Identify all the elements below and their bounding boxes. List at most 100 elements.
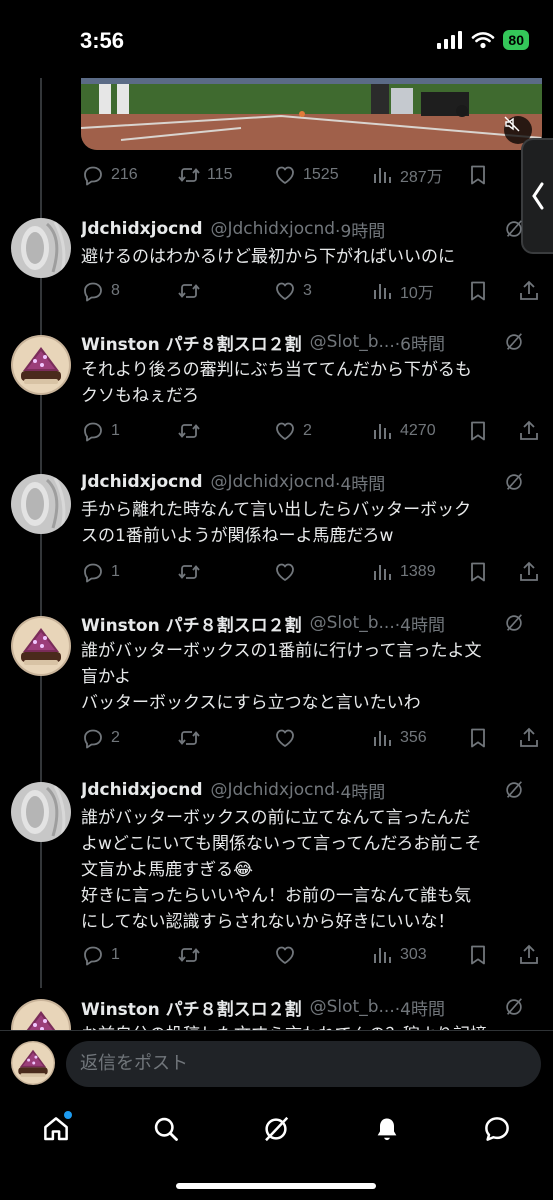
bookmark-button[interactable]: [466, 416, 490, 446]
avatar[interactable]: [11, 616, 71, 676]
like-button[interactable]: 1525: [273, 160, 339, 190]
handle[interactable]: @Slot_b...: [310, 332, 395, 352]
view-count: 303: [400, 946, 427, 963]
main-post-actions: 216 115 1525 287万: [81, 160, 543, 190]
repost-icon: [177, 419, 201, 443]
like-button[interactable]: [273, 940, 297, 970]
like-button[interactable]: 3: [273, 276, 312, 306]
share-button[interactable]: [517, 940, 541, 970]
post-actions: 8 3 10万: [81, 276, 543, 306]
bookmark-button[interactable]: [466, 160, 490, 190]
status-bar: 3:56 80: [0, 0, 553, 78]
share-button[interactable]: [517, 723, 541, 753]
grok-icon[interactable]: [503, 331, 525, 353]
display-name[interactable]: Jdchidxjocnd: [81, 780, 203, 800]
current-user-avatar[interactable]: [11, 1041, 55, 1085]
share-icon: [517, 943, 541, 967]
reply-count: 8: [111, 282, 120, 299]
messages-icon: [485, 1117, 509, 1141]
bookmark-icon: [466, 279, 490, 303]
bookmark-icon: [466, 419, 490, 443]
reply-button[interactable]: 2: [81, 723, 120, 753]
like-count: 2: [303, 422, 312, 439]
views-button[interactable]: 356: [370, 723, 427, 753]
post-video[interactable]: [81, 78, 542, 150]
views-icon: [370, 560, 394, 584]
tab-search[interactable]: [146, 1109, 186, 1149]
grok-icon[interactable]: [503, 612, 525, 634]
post-text: 避けるのはわかるけど最初から下がればいいのに: [81, 247, 455, 267]
grok-icon[interactable]: [503, 471, 525, 493]
share-button[interactable]: [517, 276, 541, 306]
baseball-field-image: [81, 78, 542, 150]
display-name[interactable]: Winston パチ８割スロ２割: [81, 330, 302, 355]
display-name[interactable]: Jdchidxjocnd: [81, 472, 203, 492]
post-header: Jdchidxjocnd @Jdchidxjocnd ·4時間: [81, 777, 541, 803]
grok-icon[interactable]: [503, 218, 525, 240]
handle[interactable]: @Jdchidxjocnd: [211, 472, 336, 492]
post-header: Jdchidxjocnd @Jdchidxjocnd ·9時間: [81, 216, 541, 242]
avatar[interactable]: [11, 335, 71, 395]
notifications-icon: [377, 1118, 397, 1141]
handle[interactable]: @Jdchidxjocnd: [211, 780, 336, 800]
grok-icon[interactable]: [503, 996, 525, 1018]
post-time: ·9時間: [335, 221, 386, 242]
reply-button[interactable]: 1: [81, 557, 120, 587]
bookmark-button[interactable]: [466, 276, 490, 306]
avatar[interactable]: [11, 218, 71, 278]
reply-count: 2: [111, 729, 120, 746]
tab-grok[interactable]: [256, 1109, 296, 1149]
repost-icon: [177, 943, 201, 967]
reply-button[interactable]: 216: [81, 160, 138, 190]
tab-messages[interactable]: [477, 1109, 517, 1149]
bookmark-button[interactable]: [466, 723, 490, 753]
avatar[interactable]: [11, 474, 71, 534]
repost-button[interactable]: [177, 940, 201, 970]
handle[interactable]: @Slot_b...: [310, 613, 395, 633]
views-button[interactable]: 1389: [370, 557, 436, 587]
status-time: 3:56: [80, 28, 125, 53]
wifi-icon: [472, 32, 495, 49]
like-button[interactable]: [273, 723, 297, 753]
repost-button[interactable]: 115: [177, 160, 233, 190]
views-icon: [370, 943, 394, 967]
views-button[interactable]: 4270: [370, 416, 436, 446]
display-name[interactable]: Winston パチ８割スロ２割: [81, 995, 302, 1020]
reply-count: 1: [111, 422, 120, 439]
views-icon: [370, 726, 394, 750]
reply-count: 216: [111, 166, 138, 183]
views-button[interactable]: 10万: [370, 276, 434, 306]
handle[interactable]: @Jdchidxjocnd: [211, 219, 336, 239]
reply-icon: [81, 726, 105, 750]
post-text: それより後ろの審判にぶち当ててんだから下がるも クソもねぇだろ: [81, 360, 472, 406]
reply-input[interactable]: 返信をポスト: [66, 1041, 541, 1087]
tab-notifications[interactable]: [367, 1109, 407, 1149]
display-name[interactable]: Jdchidxjocnd: [81, 219, 203, 239]
repost-button[interactable]: [177, 557, 201, 587]
share-button[interactable]: [517, 557, 541, 587]
like-button[interactable]: 2: [273, 416, 312, 446]
repost-button[interactable]: [177, 416, 201, 446]
reply-button[interactable]: 8: [81, 276, 120, 306]
reply-icon: [81, 163, 105, 187]
bookmark-button[interactable]: [466, 940, 490, 970]
share-icon: [517, 726, 541, 750]
reply-icon: [81, 943, 105, 967]
like-button[interactable]: [273, 557, 297, 587]
repost-button[interactable]: [177, 723, 201, 753]
view-count: 356: [400, 729, 427, 746]
post-actions: 1 1389: [81, 557, 543, 587]
avatar[interactable]: [11, 782, 71, 842]
handle[interactable]: @Slot_b...: [310, 997, 395, 1017]
bookmark-button[interactable]: [466, 557, 490, 587]
views-button[interactable]: 287万: [370, 160, 443, 190]
share-button[interactable]: [517, 416, 541, 446]
repost-button[interactable]: [177, 276, 201, 306]
like-count: 1525: [303, 166, 339, 183]
tab-home[interactable]: [36, 1109, 76, 1149]
views-button[interactable]: 303: [370, 940, 427, 970]
reply-button[interactable]: 1: [81, 416, 120, 446]
grok-icon[interactable]: [503, 779, 525, 801]
reply-button[interactable]: 1: [81, 940, 120, 970]
display-name[interactable]: Winston パチ８割スロ２割: [81, 611, 302, 636]
